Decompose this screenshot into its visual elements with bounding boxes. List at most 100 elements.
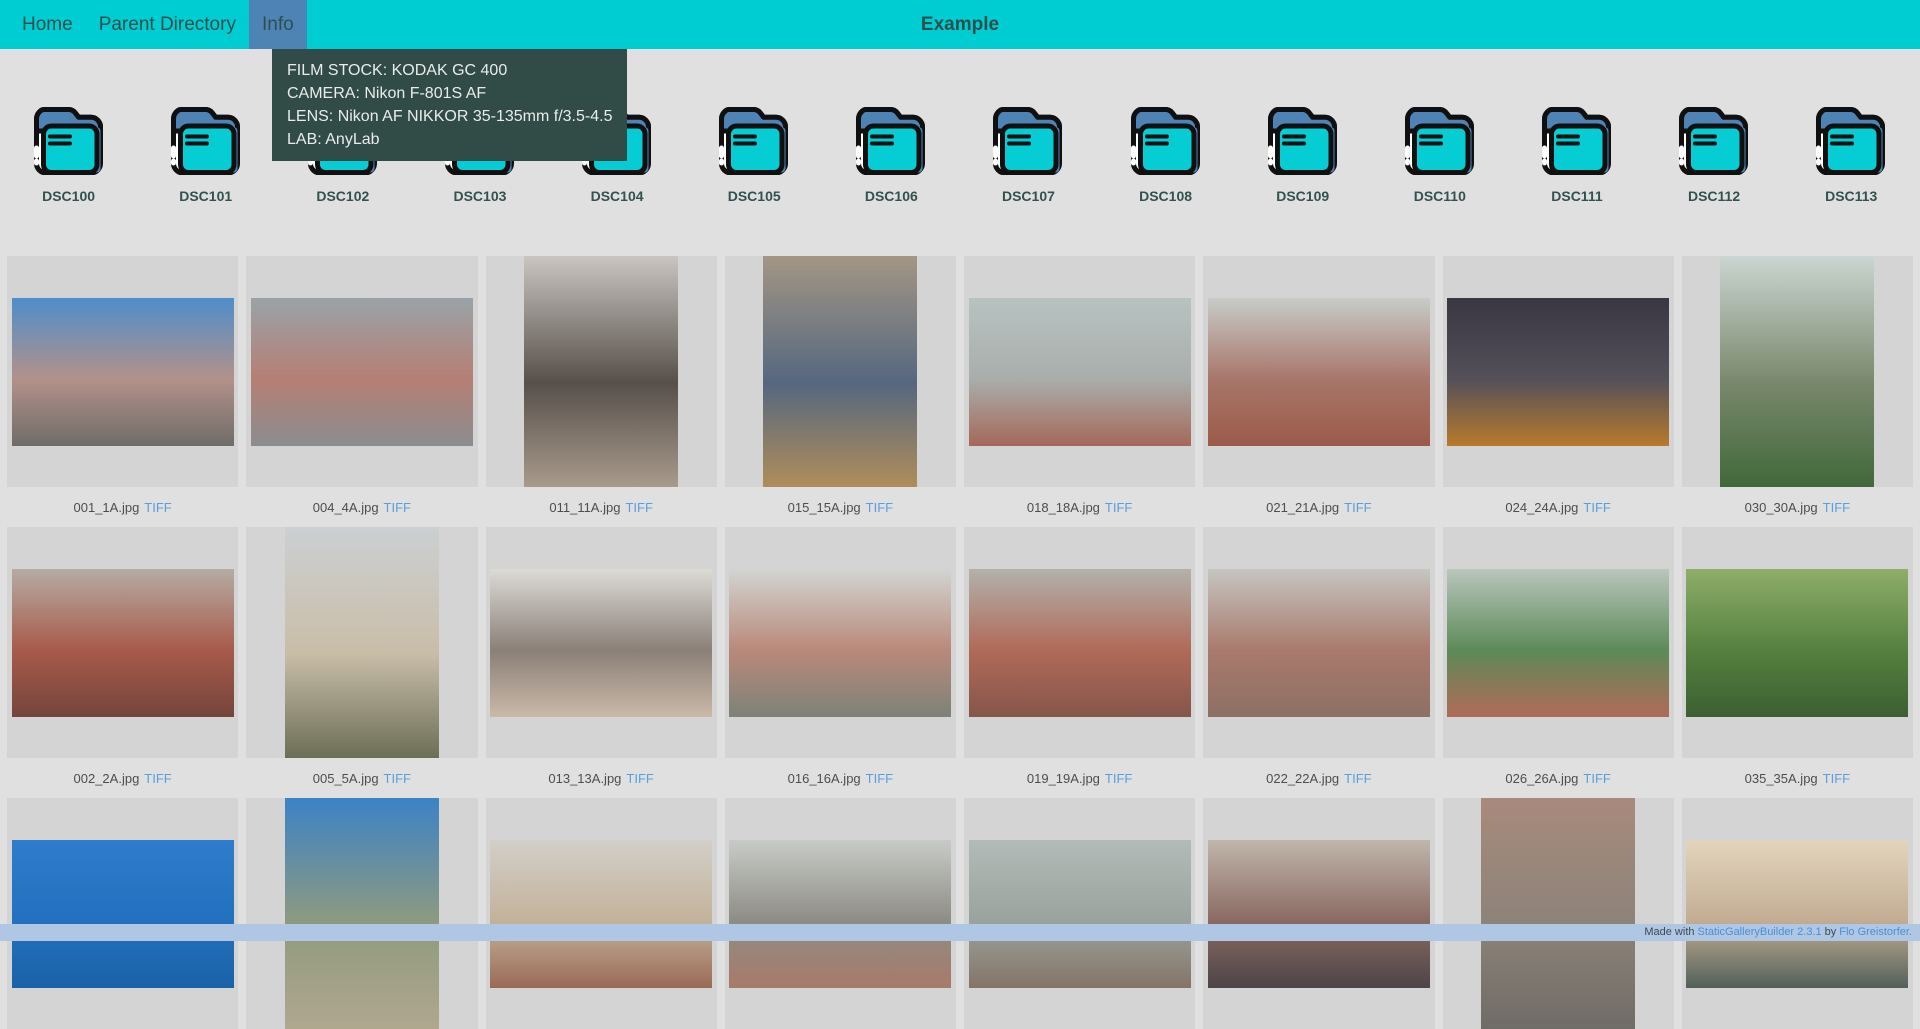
- photo-thumbnail-city-panorama-castle[interactable]: [1208, 569, 1430, 717]
- tiff-link[interactable]: TIFF: [1105, 771, 1132, 786]
- photo-thumbnail-green-foliage[interactable]: [1686, 569, 1908, 717]
- photo-thumbnail-trees-over-city[interactable]: [1720, 256, 1874, 487]
- photo-cell: 021_21A.jpgTIFF: [1203, 256, 1434, 527]
- nav-item-home[interactable]: Home: [9, 0, 86, 49]
- folder-item-dsc113[interactable]: DSC113: [1783, 105, 1920, 204]
- tiff-link[interactable]: TIFF: [1344, 500, 1371, 515]
- tiff-link[interactable]: TIFF: [866, 500, 893, 515]
- folder-item-dsc106[interactable]: DSC106: [823, 105, 960, 204]
- photo-caption: 018_18A.jpgTIFF: [964, 487, 1195, 527]
- photo-cell: 004_4A.jpgTIFF: [246, 256, 477, 527]
- photo-thumbnail-dusk-skyline[interactable]: [1686, 840, 1908, 988]
- photo-caption: 001_1A.jpgTIFF: [7, 487, 238, 527]
- thumb-box: [486, 527, 717, 758]
- photo-caption: 015_15A.jpgTIFF: [725, 487, 956, 527]
- photo-thumbnail-misty-panorama[interactable]: [969, 840, 1191, 988]
- nav-links: HomeParent DirectoryInfo: [0, 0, 307, 49]
- tiff-link[interactable]: TIFF: [144, 500, 171, 515]
- tiff-link[interactable]: TIFF: [1823, 500, 1850, 515]
- folder-icon: [852, 105, 930, 175]
- photo-cell: [486, 798, 717, 1029]
- folder-icon: [1401, 105, 1479, 175]
- folder-icon: [1127, 105, 1205, 175]
- nav-item-parent-directory[interactable]: Parent Directory: [86, 0, 249, 49]
- photo-thumbnail-rooftop-street-view[interactable]: [251, 298, 473, 446]
- thumb-box: [246, 256, 477, 487]
- photo-thumbnail-ornate-facades[interactable]: [490, 840, 712, 988]
- folder-icon: [1812, 105, 1890, 175]
- thumb-box: [1682, 798, 1913, 1029]
- photo-cell: 026_26A.jpg TIFF: [1443, 527, 1674, 798]
- thumb-box: [964, 527, 1195, 758]
- footer-author-link[interactable]: Flo Greistorfer.: [1839, 926, 1912, 938]
- tiff-link[interactable]: TIFF: [1105, 500, 1132, 515]
- tiff-link[interactable]: TIFF: [1823, 771, 1850, 786]
- thumb-box: [964, 798, 1195, 1029]
- folder-item-dsc110[interactable]: DSC110: [1371, 105, 1508, 204]
- folder-label: DSC109: [1276, 188, 1329, 204]
- photo-cell: 015_15A.jpgTIFF: [725, 256, 956, 527]
- photo-thumbnail-statue-castle-skyline[interactable]: [729, 840, 951, 988]
- photo-filename: 005_5A.jpg: [313, 771, 379, 786]
- photo-thumbnail-street-from-above[interactable]: [1481, 798, 1635, 1029]
- footer-made-with: Made with: [1644, 926, 1694, 938]
- photo-thumbnail-red-rooftops-spires[interactable]: [12, 569, 234, 717]
- folder-item-dsc107[interactable]: DSC107: [960, 105, 1097, 204]
- photo-caption: 005_5A.jpg TIFF: [246, 758, 477, 798]
- folder-label: DSC105: [728, 188, 781, 204]
- photo-thumbnail-castle-and-red-roofs[interactable]: [1208, 298, 1430, 446]
- photo-thumbnail-hillside-tower-sky[interactable]: [285, 798, 439, 1029]
- photo-thumbnail-crowd-scene[interactable]: [1208, 840, 1430, 988]
- thumb-box: [1203, 798, 1434, 1029]
- photo-thumbnail-astronomical-clock[interactable]: [763, 256, 917, 487]
- folder-item-dsc108[interactable]: DSC108: [1097, 105, 1234, 204]
- thumb-box: [725, 798, 956, 1029]
- folder-item-dsc112[interactable]: DSC112: [1646, 105, 1783, 204]
- photo-cell: 011_11A.jpgTIFF: [486, 256, 717, 527]
- photo-thumbnail-river-and-castle[interactable]: [729, 569, 951, 717]
- tiff-link[interactable]: TIFF: [625, 500, 652, 515]
- folder-item-dsc101[interactable]: DSC101: [137, 105, 274, 204]
- folder-label: DSC104: [591, 188, 644, 204]
- photo-caption: 022_22A.jpgTIFF: [1203, 758, 1434, 798]
- folder-item-dsc111[interactable]: DSC111: [1508, 105, 1645, 204]
- photo-thumbnail-blue-sky-spire[interactable]: [12, 840, 234, 988]
- photo-thumbnail-roofs-green-hill[interactable]: [1447, 569, 1669, 717]
- folder-label: DSC101: [179, 188, 232, 204]
- folder-item-dsc100[interactable]: DSC100: [0, 105, 137, 204]
- photo-thumbnail-buildings-and-hill[interactable]: [285, 527, 439, 758]
- photo-filename: 016_16A.jpg: [788, 771, 861, 786]
- nav-item-info[interactable]: Info: [249, 0, 307, 49]
- thumb-box: [1682, 256, 1913, 487]
- photo-thumbnail-night-lit-towers[interactable]: [1447, 298, 1669, 446]
- footer-builder-link[interactable]: StaticGalleryBuilder 2.3.1: [1698, 926, 1822, 938]
- photo-thumbnail-hazy-city-panorama[interactable]: [969, 298, 1191, 446]
- photo-caption: 035_35A.jpgTIFF: [1682, 758, 1913, 798]
- photo-filename: 026_26A.jpg: [1505, 771, 1578, 786]
- folder-icon: [989, 105, 1067, 175]
- thumb-box: [1443, 256, 1674, 487]
- tiff-link[interactable]: TIFF: [1583, 500, 1610, 515]
- folder-icon: [715, 105, 793, 175]
- photo-caption: 016_16A.jpg TIFF: [725, 758, 956, 798]
- thumb-box: [7, 256, 238, 487]
- folder-label: DSC110: [1414, 188, 1466, 204]
- photo-cell: [246, 798, 477, 1029]
- photo-thumbnail-tyn-church-spires[interactable]: [490, 569, 712, 717]
- photo-filename: 002_2A.jpg: [74, 771, 140, 786]
- tiff-link[interactable]: TIFF: [1344, 771, 1371, 786]
- photo-thumbnail-street-with-tram-tracks[interactable]: [12, 298, 234, 446]
- tiff-link[interactable]: TIFF: [866, 771, 893, 786]
- photo-caption: 026_26A.jpg TIFF: [1443, 758, 1674, 798]
- tiff-link[interactable]: TIFF: [384, 500, 411, 515]
- tiff-link[interactable]: TIFF: [144, 771, 171, 786]
- tooltip-line: LENS: Nikon AF NIKKOR 35-135mm f/3.5-4.5: [287, 105, 612, 128]
- photo-thumbnail-bridge-and-roofs[interactable]: [969, 569, 1191, 717]
- photo-thumbnail-old-town-hall-tower[interactable]: [524, 256, 678, 487]
- folder-icon: [1675, 105, 1753, 175]
- tiff-link[interactable]: TIFF: [626, 771, 653, 786]
- tiff-link[interactable]: TIFF: [1583, 771, 1610, 786]
- tiff-link[interactable]: TIFF: [384, 771, 411, 786]
- folder-item-dsc105[interactable]: DSC105: [686, 105, 823, 204]
- folder-item-dsc109[interactable]: DSC109: [1234, 105, 1371, 204]
